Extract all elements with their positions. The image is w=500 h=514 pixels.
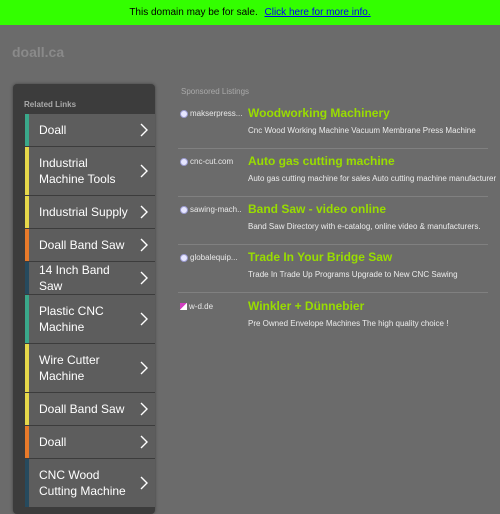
related-link-label: Industrial Machine Tools [39,156,116,186]
more-info-link[interactable]: Click here for more info. [265,7,371,18]
related-link-label: Wire Cutter Machine [39,353,100,383]
listing-source-label: w-d.de [189,302,214,311]
sponsored-listings-title: Sponsored Listings [181,87,250,96]
site-favicon-icon [180,303,187,310]
listing-description: Auto gas cutting machine for sales Auto … [248,174,497,183]
listing-source-label: globalequip... [190,253,238,262]
globe-icon [180,157,188,166]
globe-icon [180,205,188,214]
chevron-right-icon [140,476,148,490]
listing-headline-link[interactable]: Trade In Your Bridge Saw [248,250,392,264]
listing-source[interactable]: makserpress... [180,109,242,118]
listing-headline-link[interactable]: Winkler + Dünnebier [248,299,364,313]
globe-icon [180,253,188,262]
for-sale-banner: This domain may be for sale. Click here … [0,0,500,25]
chevron-right-icon [140,271,148,285]
chevron-right-icon [140,312,148,326]
chevron-right-icon [140,435,148,449]
chevron-right-icon [140,123,148,137]
related-link-label: 14 Inch Band Saw [39,263,110,293]
related-link-doall-band-saw[interactable]: Doall Band Saw [25,229,155,261]
related-link-industrial-machine-tools[interactable]: Industrial Machine Tools [25,147,155,195]
related-links-title: Related Links [24,100,77,109]
listing-source-label: cnc-cut.com [190,157,234,166]
listing-description: Trade In Trade Up Programs Upgrade to Ne… [248,270,458,279]
for-sale-notice: This domain may be for sale. [129,7,258,18]
chevron-right-icon [140,402,148,416]
listing-description: Cnc Wood Working Machine Vacuum Membrane… [248,126,476,135]
related-link-label: Doall [39,435,67,449]
related-link-doall[interactable]: Doall [25,114,155,146]
listing-description: Pre Owned Envelope Machines The high qua… [248,319,449,328]
listing-source[interactable]: cnc-cut.com [180,157,242,166]
sponsored-listing[interactable]: sawing-mach... Band Saw - video online B… [178,196,488,245]
related-links-list: Doall Industrial Machine Tools Industria… [25,114,155,508]
chevron-right-icon [140,361,148,375]
related-link-label: Doall Band Saw [39,402,125,416]
domain-title: doall.ca [12,44,65,60]
listing-source[interactable]: sawing-mach... [180,205,242,214]
listing-headline-link[interactable]: Woodworking Machinery [248,106,390,120]
related-link-label: CNC Wood Cutting Machine [39,468,126,498]
chevron-right-icon [140,238,148,252]
sponsored-listing[interactable]: w-d.de Winkler + Dünnebier Pre Owned Env… [178,293,488,341]
related-link-doall-band-saw[interactable]: Doall Band Saw [25,393,155,425]
related-link-label: Industrial Supply [39,205,128,219]
listing-source[interactable]: globalequip... [180,253,242,262]
sponsored-listing[interactable]: globalequip... Trade In Your Bridge Saw … [178,244,488,293]
related-link-wire-cutter-machine[interactable]: Wire Cutter Machine [25,344,155,392]
related-link-label: Plastic CNC Machine [39,304,104,334]
related-link-doall[interactable]: Doall [25,426,155,458]
chevron-right-icon [140,205,148,219]
listing-headline-link[interactable]: Band Saw - video online [248,202,386,216]
listing-headline-link[interactable]: Auto gas cutting machine [248,154,395,168]
sponsored-listing[interactable]: makserpress... Woodworking Machinery Cnc… [178,100,488,149]
listing-source-label: makserpress... [190,109,242,118]
globe-icon [180,109,188,118]
related-link-label: Doall [39,123,67,137]
related-link-industrial-supply[interactable]: Industrial Supply [25,196,155,228]
chevron-right-icon [140,164,148,178]
related-link-label: Doall Band Saw [39,238,125,252]
listing-description: Band Saw Directory with e-catalog, onlin… [248,222,481,231]
related-link-plastic-cnc-machine[interactable]: Plastic CNC Machine [25,295,155,343]
listing-source[interactable]: w-d.de [180,302,242,311]
related-link-14-inch-band-saw[interactable]: 14 Inch Band Saw [25,262,155,294]
listing-source-label: sawing-mach... [190,205,242,214]
sponsored-listing[interactable]: cnc-cut.com Auto gas cutting machine Aut… [178,148,496,197]
related-links-panel: Related Links Doall Industrial Machine T… [13,84,155,514]
